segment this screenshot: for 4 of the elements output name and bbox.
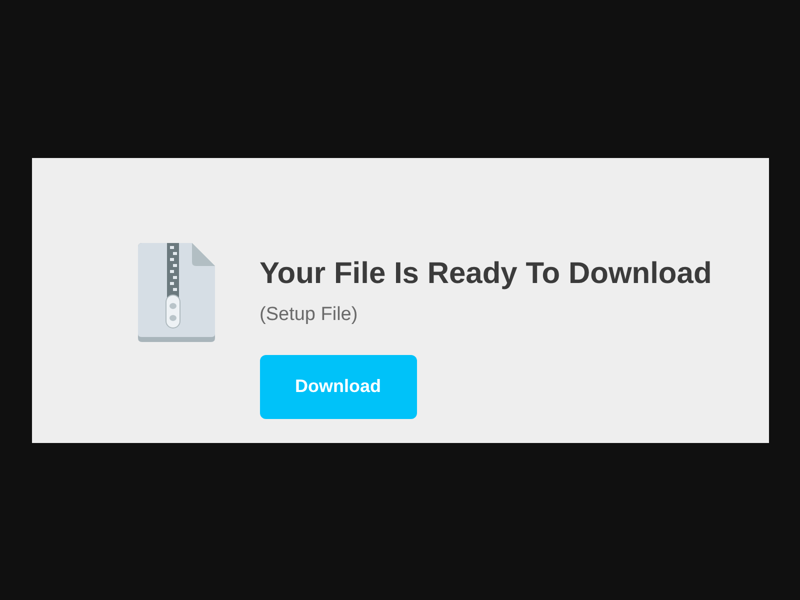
download-button[interactable]: Download: [260, 354, 416, 418]
zip-file-icon: [138, 242, 214, 342]
file-type-label: (Setup File): [260, 302, 358, 326]
download-title: Your File Is Ready To Download: [260, 256, 712, 292]
